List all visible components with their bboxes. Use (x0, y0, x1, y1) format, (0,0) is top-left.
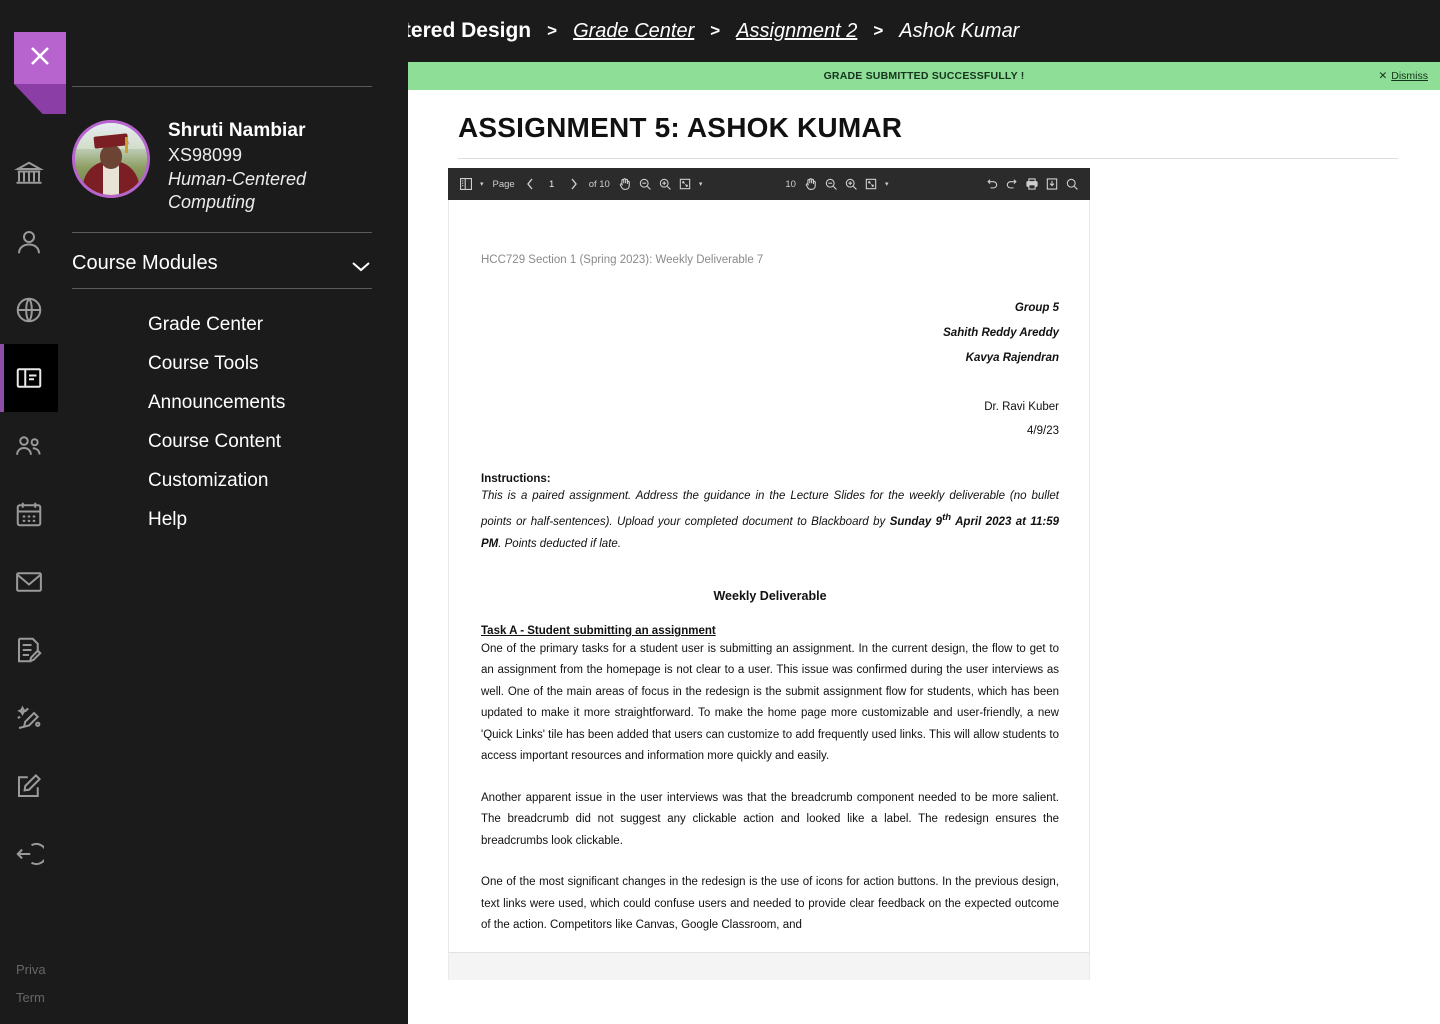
instructions-text-2: . Points deducted if late. (498, 537, 621, 550)
current-page-value[interactable]: 1 (540, 179, 564, 190)
search-icon[interactable] (1062, 172, 1082, 196)
dismiss-label: Dismiss (1391, 70, 1428, 82)
total-pages-label: of 10 (588, 178, 610, 190)
zoom-in-icon-secondary[interactable] (841, 172, 861, 196)
app-root: Priva Term Shruti Nambiar XS98099 Human-… (0, 0, 1440, 1024)
doc-author-2: Kavya Rajendran (965, 352, 1059, 364)
page-title: ASSIGNMENT 5: ASHOK KUMAR (458, 112, 903, 143)
sidebar-toggle-icon[interactable] (456, 172, 476, 196)
breadcrumb-grade-center[interactable]: Grade Center (573, 20, 694, 43)
pdf-page[interactable]: HCC729 Section 1 (Spring 2023): Weekly D… (448, 200, 1090, 980)
sidebar-item-course-content[interactable]: Course Content (74, 422, 394, 461)
prev-page-icon[interactable] (520, 172, 540, 196)
breadcrumb-assignment[interactable]: Assignment 2 (736, 20, 857, 43)
doc-group: Group 5 (1014, 302, 1059, 314)
courses-icon[interactable] (0, 344, 58, 412)
instructions-body: This is a paired assignment. Address the… (481, 485, 1059, 555)
success-banner-text: GRADE SUBMITTED SUCCESSFULLY ! (823, 70, 1025, 82)
course-modules-label: Course Modules (72, 251, 218, 274)
sidebar-dropdown-caret[interactable]: ▾ (476, 180, 488, 188)
profile-id: XS98099 (168, 145, 243, 165)
sidebar-item-grade-center[interactable]: Grade Center (74, 305, 394, 344)
zoom-out-icon[interactable] (635, 172, 655, 196)
create-icon[interactable] (0, 752, 58, 820)
breadcrumb-sep-3: > (873, 21, 884, 40)
drawer-divider-bottom (72, 288, 372, 289)
doc-paragraph-1: One of the primary tasks for a student u… (481, 642, 1059, 763)
course-modules-toggle[interactable]: Course Modules (72, 246, 372, 280)
drawer-divider-top (72, 86, 372, 87)
calendar-icon[interactable] (0, 480, 58, 548)
pan-hand-icon[interactable] (615, 172, 635, 196)
doc-task-a-title: Task A - Student submitting an assignmen… (481, 624, 716, 637)
close-drawer-button[interactable] (14, 32, 66, 84)
user-profile: Shruti Nambiar XS98099 Human-Centered Co… (72, 120, 382, 213)
groups-icon[interactable] (0, 412, 58, 480)
profile-icon[interactable] (0, 208, 58, 276)
avatar (72, 120, 150, 198)
zoom-in-icon[interactable] (655, 172, 675, 196)
signout-icon[interactable] (0, 820, 58, 888)
breadcrumb-sep-2: > (710, 21, 721, 40)
print-icon[interactable] (1022, 172, 1042, 196)
next-page-icon[interactable] (564, 172, 584, 196)
dismiss-banner-button[interactable]: ✕ Dismiss (1378, 70, 1428, 82)
sidebar-item-help[interactable]: Help (74, 500, 394, 539)
undo-icon[interactable] (982, 172, 1002, 196)
globe-icon[interactable] (0, 276, 58, 344)
profile-name: Shruti Nambiar (168, 120, 306, 141)
rail-footer: Priva Term (16, 956, 46, 1012)
download-icon[interactable] (1042, 172, 1062, 196)
sidebar-item-course-tools[interactable]: Course Tools (74, 344, 394, 383)
pdf-viewer: ▾ Page 1 of 10 ▾ 10 ▾ HCC729 Section 1 (… (448, 168, 1090, 980)
doc-header: HCC729 Section 1 (Spring 2023): Weekly D… (481, 254, 764, 266)
doc-paragraph-2: Another apparent issue in the user inter… (481, 791, 1059, 847)
drawer-divider-mid (72, 232, 372, 233)
grades-icon[interactable] (0, 616, 58, 684)
zoom-level-value: 10 (785, 178, 796, 190)
doc-paragraph-3: One of the most significant changes in t… (481, 876, 1059, 932)
sidebar-item-customization[interactable]: Customization (74, 461, 394, 500)
doc-author-1: Sahith Reddy Areddy (943, 327, 1059, 339)
course-menu: Grade Center Course Tools Announcements … (74, 305, 394, 539)
profile-department: Human-Centered Computing (168, 169, 307, 212)
sidebar-item-announcements[interactable]: Announcements (74, 383, 394, 422)
privacy-link[interactable]: Priva (16, 956, 46, 984)
mail-icon[interactable] (0, 548, 58, 616)
icon-rail: Priva Term (0, 0, 58, 1024)
fit-page-icon[interactable] (675, 172, 695, 196)
breadcrumb-student: Ashok Kumar (899, 19, 1020, 42)
document-body: HCC729 Section 1 (Spring 2023): Weekly D… (449, 200, 1089, 937)
institution-icon[interactable] (0, 140, 58, 208)
fit-dropdown-caret-secondary[interactable]: ▾ (881, 180, 893, 188)
pdf-page-footer (449, 952, 1089, 980)
tools-icon[interactable] (0, 684, 58, 752)
doc-instructor: Dr. Ravi Kuber (984, 401, 1059, 413)
close-icon (27, 43, 53, 74)
instructions-bold-1: Sunday 9 (889, 515, 943, 528)
main-content: GRADE SUBMITTED SUCCESSFULLY ! ✕ Dismiss… (408, 0, 1440, 1024)
chevron-down-icon (350, 256, 372, 272)
terms-link[interactable]: Term (16, 984, 46, 1012)
pdf-toolbar: ▾ Page 1 of 10 ▾ 10 ▾ (448, 168, 1090, 200)
icon-rail-items (0, 140, 58, 888)
success-banner: GRADE SUBMITTED SUCCESSFULLY ! ✕ Dismiss (408, 62, 1440, 90)
title-divider (458, 158, 1398, 159)
redo-icon[interactable] (1002, 172, 1022, 196)
doc-meta-block: Group 5 Sahith Reddy Areddy Kavya Rajend… (481, 296, 1059, 443)
doc-date: 4/9/23 (1027, 425, 1059, 437)
pan-hand-icon-secondary[interactable] (801, 172, 821, 196)
course-drawer: Shruti Nambiar XS98099 Human-Centered Co… (58, 0, 408, 1024)
fit-dropdown-caret[interactable]: ▾ (695, 180, 707, 188)
page-label: Page (492, 178, 515, 190)
doc-instructions: Instructions: This is a paired assignmen… (481, 473, 1059, 555)
fit-page-icon-secondary[interactable] (861, 172, 881, 196)
doc-section-title: Weekly Deliverable (713, 588, 827, 603)
zoom-out-icon-secondary[interactable] (821, 172, 841, 196)
instructions-sup: th (942, 512, 952, 523)
breadcrumb-sep-1: > (547, 21, 558, 40)
close-icon: ✕ (1378, 70, 1388, 82)
instructions-label: Instructions: (481, 473, 551, 485)
